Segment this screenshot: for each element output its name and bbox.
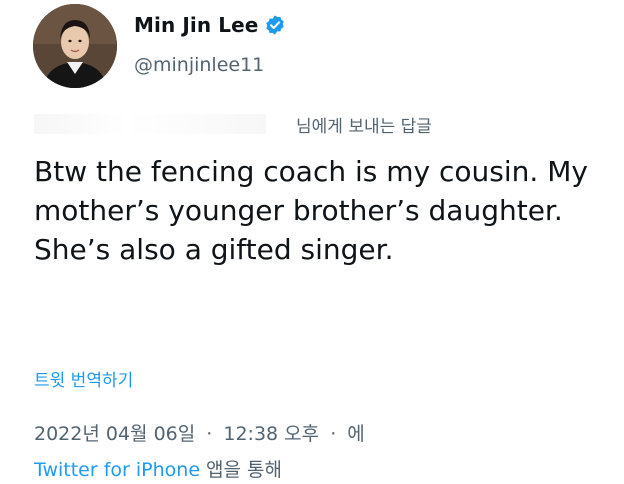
verified-badge-icon [266,15,285,35]
display-name[interactable]: Min Jin Lee [134,13,258,37]
display-name-row[interactable]: Min Jin Lee [134,13,286,37]
tweet-timestamp[interactable]: 2022년 04월 06일 · 12:38 오후 · 에 [34,419,365,446]
meta-separator: · [330,423,337,445]
reply-context: 님에게 보내는 답글 [34,111,554,137]
tweet-source: Twitter for iPhone 앱을 통해 [34,455,282,482]
tweet-date: 2022년 04월 06일 [34,423,196,445]
user-handle[interactable]: @minjinlee11 [134,54,264,76]
reply-context-label: 님에게 보내는 답글 [296,116,432,137]
redacted-reply-target [34,114,266,134]
meta-trailing: 에 [347,423,365,445]
source-link[interactable]: Twitter for iPhone [34,459,200,481]
tweet-text: Btw the fencing coach is my cousin. My m… [34,155,588,266]
avatar[interactable] [33,4,117,88]
source-suffix: 앱을 통해 [206,459,282,481]
translate-tweet-link[interactable]: 트윗 번역하기 [34,366,133,391]
meta-separator: · [206,423,213,445]
tweet-time: 12:38 오후 [223,423,320,445]
